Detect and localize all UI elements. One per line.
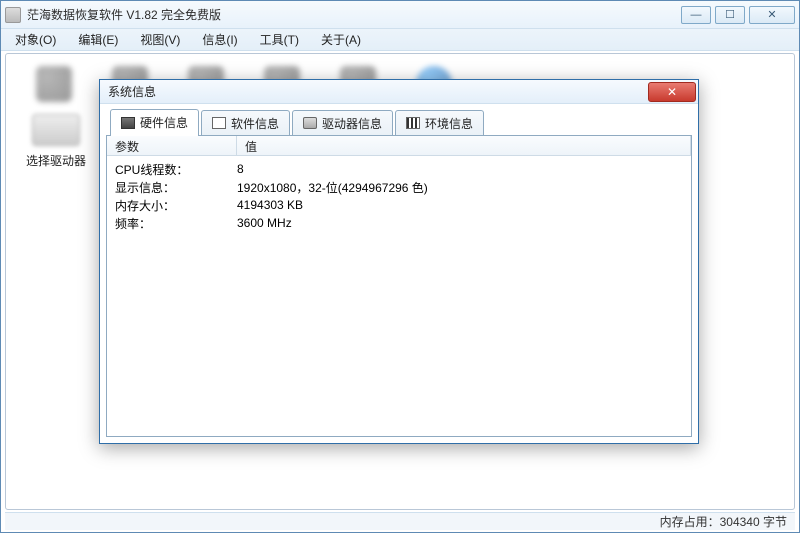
app-icon bbox=[5, 7, 21, 23]
dialog-body: 硬件信息 软件信息 驱动器信息 环境信息 参数 值 bbox=[106, 110, 692, 437]
system-info-dialog: 系统信息 ✕ 硬件信息 软件信息 驱动器信息 环境信息 bbox=[99, 79, 699, 444]
list-body: CPU线程数： 8 显示信息： 1920x1080，32-位(429496729… bbox=[107, 156, 691, 236]
window-buttons: — ☐ ✕ bbox=[681, 6, 795, 24]
list-header: 参数 值 bbox=[107, 136, 691, 156]
menu-info[interactable]: 信息(I) bbox=[192, 29, 247, 50]
table-row: 内存大小： 4194303 KB bbox=[107, 196, 691, 214]
table-row: 频率： 3600 MHz bbox=[107, 214, 691, 232]
maximize-button[interactable]: ☐ bbox=[715, 6, 745, 24]
dialog-title: 系统信息 bbox=[108, 83, 648, 100]
drive-icon bbox=[303, 117, 317, 129]
tab-label: 软件信息 bbox=[231, 115, 279, 132]
tab-software[interactable]: 软件信息 bbox=[201, 110, 290, 135]
bars-icon bbox=[406, 117, 420, 129]
cell-param: 显示信息： bbox=[107, 179, 237, 196]
tab-label: 硬件信息 bbox=[140, 114, 188, 131]
toolbar-icon[interactable] bbox=[36, 66, 72, 102]
menu-view[interactable]: 视图(V) bbox=[130, 29, 190, 50]
chip-icon bbox=[121, 117, 135, 129]
cell-param: 内存大小： bbox=[107, 197, 237, 214]
menu-about[interactable]: 关于(A) bbox=[311, 29, 371, 50]
cell-value: 4194303 KB bbox=[237, 198, 303, 212]
drive-icon bbox=[32, 114, 80, 146]
menubar: 对象(O) 编辑(E) 视图(V) 信息(I) 工具(T) 关于(A) bbox=[1, 29, 799, 51]
cell-value: 8 bbox=[237, 162, 244, 176]
menu-edit[interactable]: 编辑(E) bbox=[68, 29, 128, 50]
menu-tools[interactable]: 工具(T) bbox=[250, 29, 309, 50]
cell-param: CPU线程数： bbox=[107, 161, 237, 178]
drive-label: 选择驱动器 bbox=[16, 152, 96, 169]
titlebar: 茫海数据恢复软件 V1.82 完全免费版 — ☐ ✕ bbox=[1, 1, 799, 29]
column-value[interactable]: 值 bbox=[237, 136, 691, 155]
statusbar: 内存占用：304340 字节 bbox=[5, 512, 795, 530]
column-param[interactable]: 参数 bbox=[107, 136, 237, 155]
cell-param: 频率： bbox=[107, 215, 237, 232]
drive-selector[interactable]: 选择驱动器 bbox=[16, 114, 96, 169]
status-text: 内存占用：304340 字节 bbox=[660, 513, 787, 530]
close-button[interactable]: ✕ bbox=[749, 6, 795, 24]
tab-environment[interactable]: 环境信息 bbox=[395, 110, 484, 135]
dialog-titlebar: 系统信息 ✕ bbox=[100, 80, 698, 104]
minimize-button[interactable]: — bbox=[681, 6, 711, 24]
main-window: 茫海数据恢复软件 V1.82 完全免费版 — ☐ ✕ 对象(O) 编辑(E) 视… bbox=[0, 0, 800, 533]
table-row: 显示信息： 1920x1080，32-位(4294967296 色) bbox=[107, 178, 691, 196]
cell-value: 3600 MHz bbox=[237, 216, 292, 230]
tab-hardware[interactable]: 硬件信息 bbox=[110, 109, 199, 135]
dialog-tabs: 硬件信息 软件信息 驱动器信息 环境信息 bbox=[106, 110, 692, 136]
menu-object[interactable]: 对象(O) bbox=[5, 29, 66, 50]
tab-label: 环境信息 bbox=[425, 115, 473, 132]
tab-pane: 参数 值 CPU线程数： 8 显示信息： 1920x1080，32-位(4294… bbox=[106, 136, 692, 437]
window-title: 茫海数据恢复软件 V1.82 完全免费版 bbox=[27, 6, 681, 23]
table-row: CPU线程数： 8 bbox=[107, 160, 691, 178]
tab-label: 驱动器信息 bbox=[322, 115, 382, 132]
tab-drivers[interactable]: 驱动器信息 bbox=[292, 110, 393, 135]
window-icon bbox=[212, 117, 226, 129]
dialog-close-button[interactable]: ✕ bbox=[648, 82, 696, 102]
cell-value: 1920x1080，32-位(4294967296 色) bbox=[237, 179, 428, 196]
